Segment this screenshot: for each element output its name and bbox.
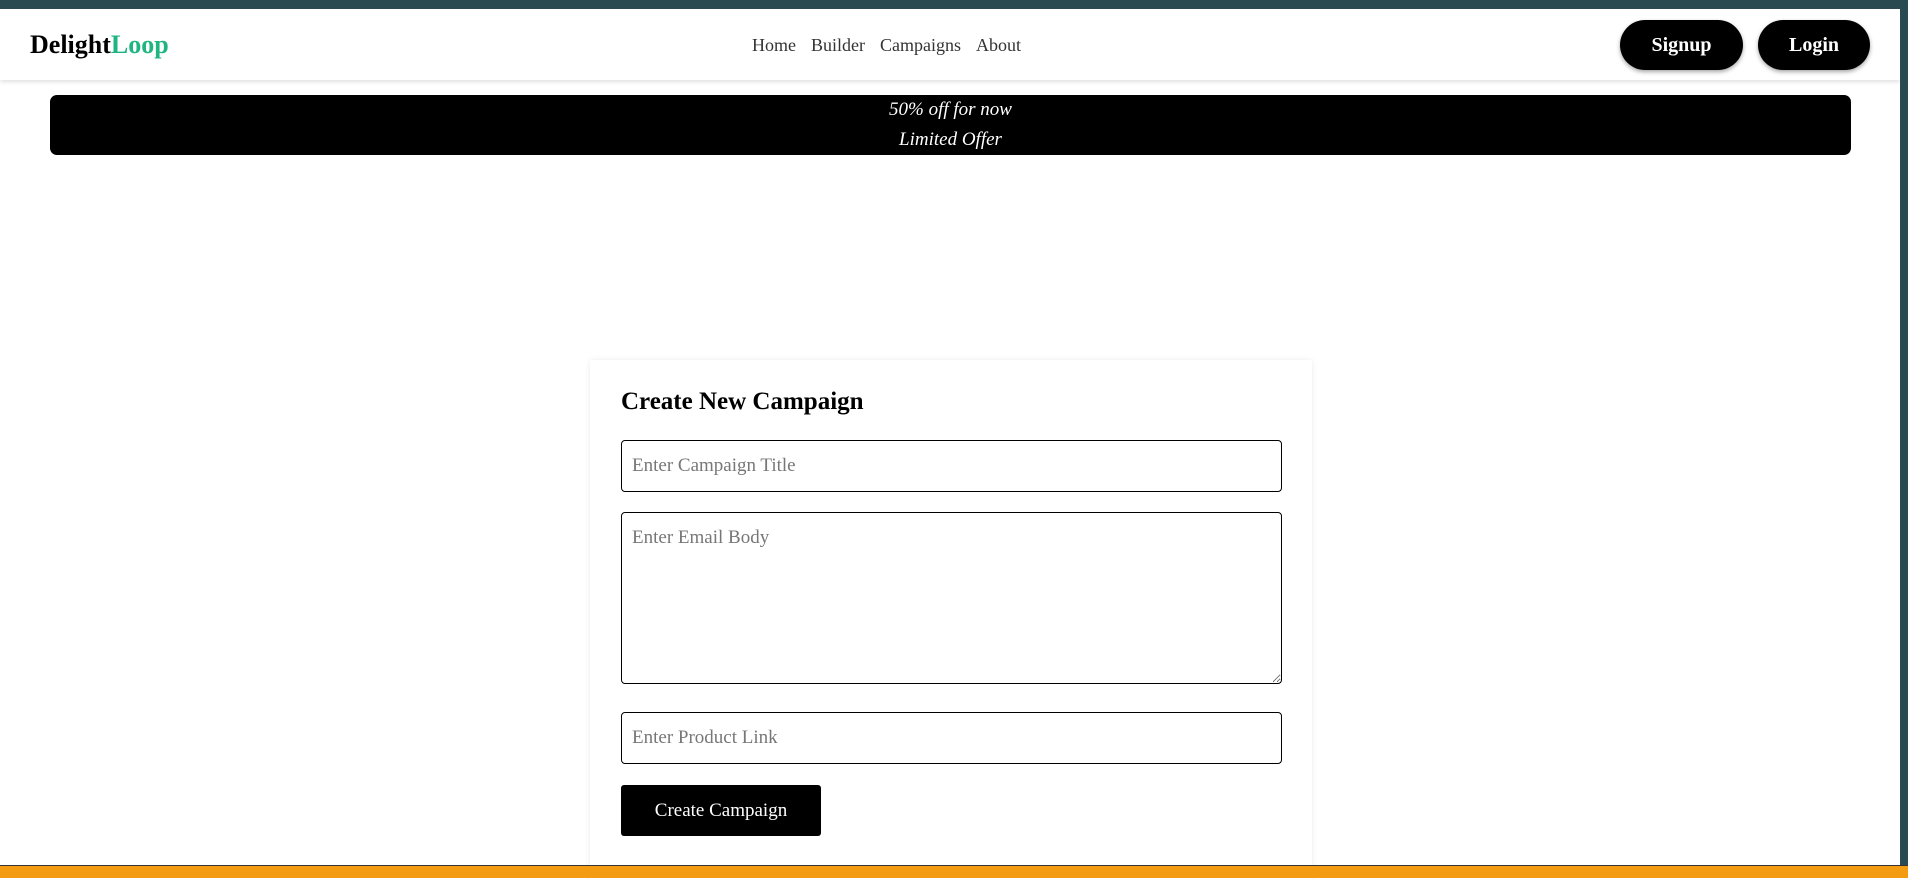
- form-heading: Create New Campaign: [621, 388, 864, 415]
- login-button[interactable]: Login: [1758, 20, 1870, 70]
- scrollbar[interactable]: [1900, 9, 1908, 865]
- navbar: DelightLoop Home Builder Campaigns About…: [0, 9, 1900, 80]
- campaign-title-input[interactable]: [621, 440, 1282, 492]
- promo-line-1: 50% off for now: [889, 99, 1012, 120]
- brand-name-part2: Loop: [110, 30, 169, 59]
- brand-logo[interactable]: DelightLoop: [30, 30, 169, 60]
- create-campaign-card: Create New Campaign Create Campaign: [590, 360, 1312, 880]
- bottom-bar: [0, 865, 1908, 878]
- window-top-strip: [0, 0, 1908, 9]
- product-link-input[interactable]: [621, 712, 1282, 764]
- email-body-textarea[interactable]: [621, 512, 1282, 684]
- promo-banner: 50% off for now Limited Offer: [50, 95, 1851, 155]
- nav-links: Home Builder Campaigns About: [752, 34, 1021, 56]
- signup-button[interactable]: Signup: [1620, 20, 1743, 70]
- create-campaign-button[interactable]: Create Campaign: [621, 785, 821, 836]
- promo-line-2: Limited Offer: [899, 129, 1002, 150]
- brand-name-part1: Delight: [30, 30, 111, 59]
- nav-link-campaigns[interactable]: Campaigns: [880, 34, 961, 56]
- nav-link-builder[interactable]: Builder: [811, 34, 865, 56]
- nav-link-about[interactable]: About: [976, 34, 1021, 56]
- nav-link-home[interactable]: Home: [752, 34, 796, 56]
